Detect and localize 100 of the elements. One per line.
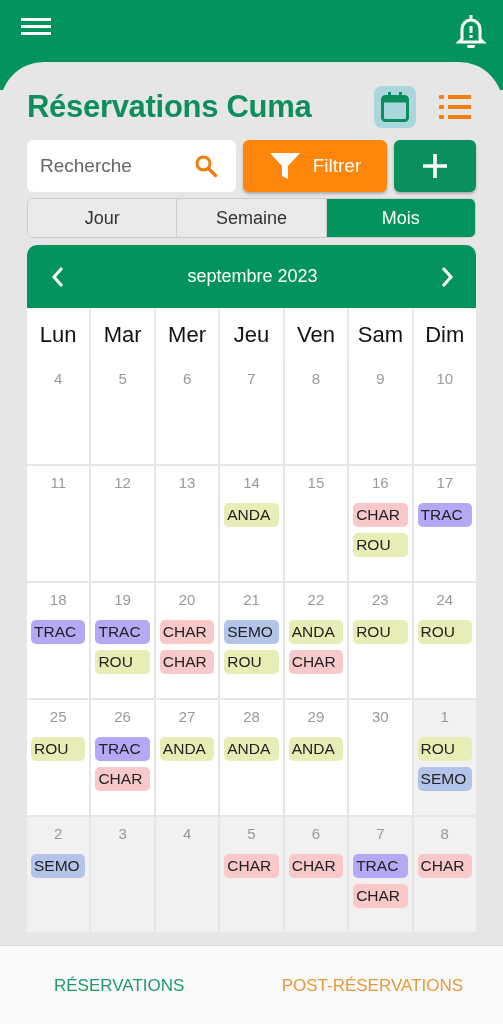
day-number: 25 <box>48 708 68 725</box>
weekday-label: Mer <box>155 308 219 362</box>
day-number: 22 <box>306 591 326 608</box>
day-number: 23 <box>371 591 390 608</box>
day-cell[interactable]: 28 ANDA <box>220 700 283 815</box>
day-number: 13 <box>177 474 197 491</box>
day-number: 10 <box>435 370 455 387</box>
event-tag[interactable]: SEMO <box>31 854 86 878</box>
day-cell[interactable]: 23 ROU <box>349 583 412 698</box>
weekday-label: Sam <box>349 308 412 362</box>
day-cell[interactable]: 25 ROU <box>27 700 90 815</box>
day-number: 9 <box>375 370 386 387</box>
list-icon <box>439 94 471 120</box>
event-tag[interactable]: TRAC <box>95 737 150 761</box>
plus-icon <box>422 153 448 179</box>
add-button[interactable] <box>394 140 476 192</box>
event-tag[interactable]: SEMO <box>417 767 472 791</box>
event-tag[interactable]: TRAC <box>417 503 472 527</box>
day-number: 8 <box>310 370 322 387</box>
weekday-label: Dim <box>413 308 476 362</box>
weekday-label: Ven <box>284 308 348 362</box>
event-tag[interactable]: ANDA <box>288 737 344 761</box>
day-number: 14 <box>242 474 261 491</box>
event-tag[interactable]: ROU <box>31 737 86 761</box>
day-cell[interactable]: 21 SEMO ROU <box>220 583 283 698</box>
event-tag[interactable]: CHAR <box>288 650 344 674</box>
day-number: 17 <box>435 474 455 491</box>
day-number: 20 <box>177 591 197 608</box>
day-cell[interactable]: 20 CHAR CHAR <box>155 583 219 698</box>
event-tag[interactable]: CHAR <box>159 650 215 674</box>
page-title: Réservations Cuma <box>27 89 313 125</box>
day-number: 11 <box>49 474 67 491</box>
day-cell[interactable]: 7 TRAC CHAR <box>349 817 412 932</box>
day-number: 1 <box>439 708 450 725</box>
event-tag[interactable]: ANDA <box>224 737 279 761</box>
event-tag[interactable]: TRAC <box>31 620 86 644</box>
event-tag[interactable]: CHAR <box>353 503 408 527</box>
day-number: 7 <box>246 370 257 387</box>
event-tag[interactable]: CHAR <box>224 854 279 878</box>
day-cell[interactable]: 22 ANDA CHAR <box>284 583 348 698</box>
day-number: 30 <box>371 708 390 725</box>
day-cell[interactable]: 17 TRAC <box>413 466 476 581</box>
event-tag[interactable]: CHAR <box>288 854 344 878</box>
day-number: 3 <box>117 825 128 842</box>
day-cell[interactable]: 8 CHAR <box>413 817 476 932</box>
next-icon[interactable] <box>440 265 454 288</box>
day-number: 6 <box>181 370 193 387</box>
day-cell[interactable]: 24 ROU <box>413 583 476 698</box>
day-number: 6 <box>310 825 322 842</box>
day-number: 4 <box>53 370 64 387</box>
event-tag[interactable]: TRAC <box>353 854 408 878</box>
day-cell[interactable]: 1 ROU SEMO <box>413 700 476 815</box>
day-cell[interactable]: 14 ANDA <box>220 466 283 581</box>
event-tag[interactable]: CHAR <box>159 620 215 644</box>
event-tag[interactable]: ROU <box>353 620 408 644</box>
previous-icon[interactable] <box>51 265 65 288</box>
day-cell[interactable]: 6 CHAR <box>284 817 348 932</box>
day-number: 24 <box>435 591 455 608</box>
day-cell[interactable]: 19 TRAC ROU <box>91 583 154 698</box>
day-number: 28 <box>242 708 261 725</box>
event-tag[interactable]: SEMO <box>224 620 279 644</box>
day-cell[interactable]: 29 ANDA <box>284 700 348 815</box>
event-tag[interactable]: ANDA <box>159 737 215 761</box>
day-cell[interactable]: 18 TRAC <box>27 583 90 698</box>
day-number: 7 <box>375 825 386 842</box>
weekday-label: Lun <box>27 308 90 362</box>
event-tag[interactable]: TRAC <box>95 620 150 644</box>
day-number: 21 <box>242 591 261 608</box>
day-number: 19 <box>113 591 132 608</box>
day-cell[interactable]: 5 CHAR <box>220 817 283 932</box>
day-number: 5 <box>246 825 257 842</box>
day-number: 15 <box>306 474 326 491</box>
day-number: 2 <box>53 825 64 842</box>
search-field[interactable]: Recherche <box>27 140 236 192</box>
event-tag[interactable]: CHAR <box>353 884 408 908</box>
view-tab[interactable]: Mois <box>325 199 475 237</box>
day-number: 16 <box>371 474 390 491</box>
funnel-icon <box>268 152 301 180</box>
day-number: 27 <box>177 708 197 725</box>
day-number: 5 <box>117 370 128 387</box>
search-icon <box>194 154 218 178</box>
event-tag[interactable]: ANDA <box>288 620 344 644</box>
weekday-label: Mar <box>91 308 154 362</box>
event-tag[interactable]: ROU <box>353 533 408 557</box>
event-tag[interactable]: CHAR <box>417 854 472 878</box>
calendar-icon <box>380 91 410 123</box>
event-tag[interactable]: ROU <box>224 650 279 674</box>
event-tag[interactable]: ROU <box>95 650 150 674</box>
day-cell[interactable]: 16 CHAR ROU <box>349 466 412 581</box>
day-number: 4 <box>181 825 193 842</box>
event-tag[interactable]: ROU <box>417 620 472 644</box>
event-tag[interactable]: ANDA <box>224 503 279 527</box>
calendar-view-button[interactable] <box>374 86 416 128</box>
day-cell[interactable]: 2 SEMO <box>27 817 90 932</box>
event-tag[interactable]: ROU <box>417 737 472 761</box>
alert-bell-icon[interactable] <box>455 12 487 48</box>
day-number: 18 <box>48 591 68 608</box>
day-cell[interactable]: 26 TRAC CHAR <box>91 700 154 815</box>
day-cell[interactable]: 27 ANDA <box>155 700 219 815</box>
event-tag[interactable]: CHAR <box>95 767 150 791</box>
